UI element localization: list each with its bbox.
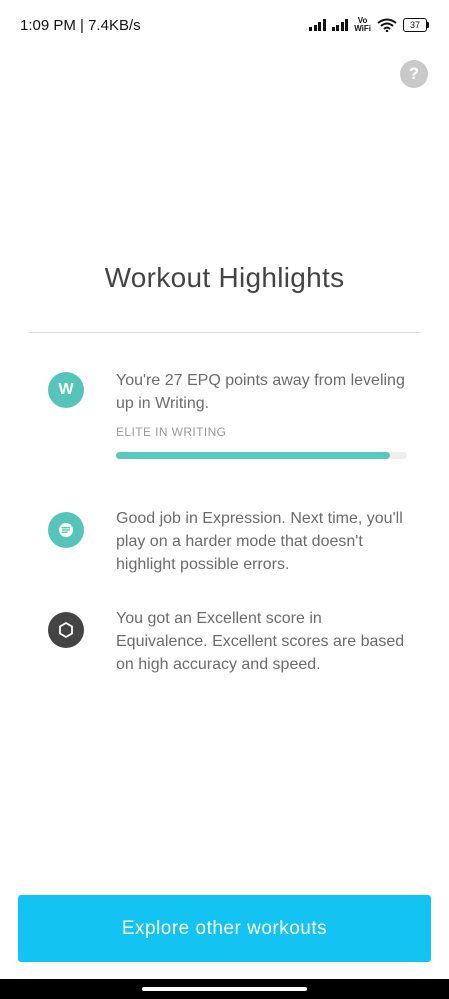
status-bar: 1:09 PM | 7.4KB/s Vo WiFi 37 (0, 0, 449, 50)
explore-workouts-button[interactable]: Explore other workouts (18, 895, 431, 962)
highlight-text: Good job in Expression. Next time, you'l… (116, 510, 403, 573)
signal-icon (331, 19, 349, 31)
page-title: Workout Highlights (104, 262, 345, 293)
highlight-writing: W You're 27 EPQ points away from levelin… (48, 366, 418, 466)
level-progress-bar (116, 452, 407, 459)
status-time-speed: 1:09 PM | 7.4KB/s (20, 16, 141, 34)
workout-highlights-screen: 1:09 PM | 7.4KB/s Vo WiFi 37 ? Workout H… (0, 0, 449, 999)
signal-icon (309, 19, 326, 31)
highlight-text: You're 27 EPQ points away from leveling … (116, 372, 405, 412)
highlight-expression: Good job in Expression. Next time, you'l… (48, 506, 418, 578)
battery-icon: 37 (403, 18, 429, 32)
writing-badge-icon: W (48, 372, 84, 408)
hexagon-icon (48, 612, 84, 648)
status-icons: Vo WiFi 37 (309, 17, 429, 33)
text-lines-icon (48, 512, 84, 548)
vowifi-bottom-label: WiFi (354, 24, 371, 33)
battery-level: 37 (403, 18, 427, 32)
home-gesture-handle[interactable] (142, 987, 307, 991)
help-icon[interactable]: ? (400, 60, 428, 88)
title-divider (29, 332, 421, 333)
highlight-subtitle: ELITE IN WRITING (116, 425, 227, 439)
wifi-icon (377, 18, 397, 32)
highlight-text: You got an Excellent score in Equivalenc… (116, 610, 405, 673)
system-nav-bar (0, 979, 449, 999)
vowifi-icon: Vo WiFi (354, 17, 371, 33)
level-progress-fill (116, 452, 390, 459)
highlight-equivalence: You got an Excellent score in Equivalenc… (48, 606, 418, 678)
